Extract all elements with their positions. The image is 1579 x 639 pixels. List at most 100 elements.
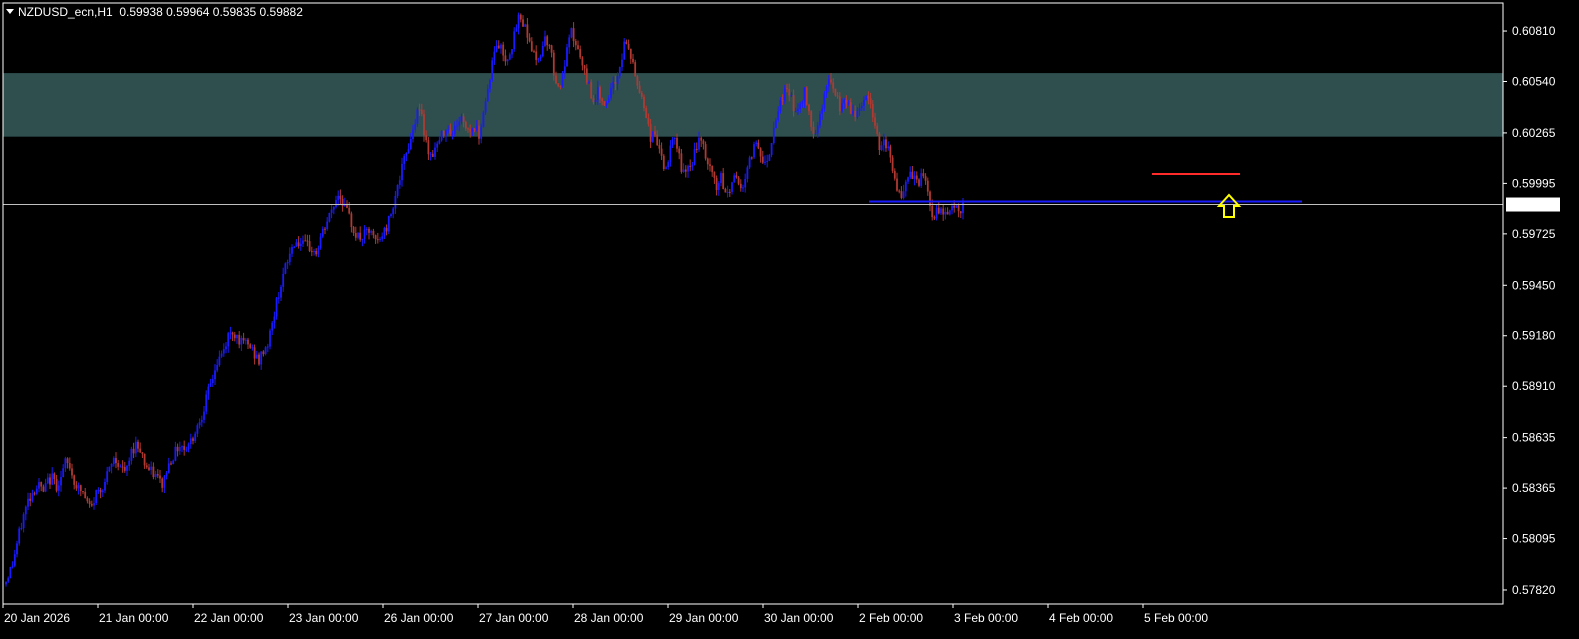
x-tick-label: 29 Jan 00:00 [669, 611, 739, 625]
candle-body [640, 92, 643, 97]
candle-body [403, 155, 406, 164]
candle-body [856, 110, 859, 118]
candle-body [770, 142, 773, 155]
candle-body [601, 98, 604, 102]
candle-body [678, 148, 681, 154]
candle-body [150, 466, 153, 470]
candle-body [253, 347, 256, 359]
candle-body [462, 116, 465, 123]
candle-body [728, 191, 731, 193]
candle-body [682, 169, 685, 172]
candle-body [775, 120, 777, 129]
candle-body [673, 137, 676, 140]
candle-body [321, 228, 324, 237]
candle-body [106, 471, 109, 482]
x-tick-label: 3 Feb 00:00 [954, 611, 1018, 625]
y-tick-label: 0.58095 [1512, 532, 1556, 546]
x-tick-label: 22 Jan 00:00 [194, 611, 264, 625]
candle-body [264, 347, 267, 355]
candle-body [418, 109, 421, 111]
candle-body [500, 44, 502, 49]
candle-body [469, 128, 472, 132]
candle-body [942, 208, 945, 215]
candle-body [262, 351, 265, 355]
candle-body [145, 465, 148, 468]
candle-body [64, 458, 67, 469]
candle-body [319, 236, 322, 248]
candle-body [539, 56, 542, 59]
candle-body [731, 182, 733, 192]
chart-area[interactable]: 0.60810 0.60540 0.60265 0.59995 0.59725 0.594… [0, 0, 1579, 634]
candle-body [425, 135, 428, 141]
candle-body [126, 465, 128, 471]
candle-body [189, 438, 192, 445]
x-tick-label: 5 Feb 00:00 [1144, 611, 1208, 625]
candle-body [101, 490, 104, 493]
candle-body [753, 144, 755, 158]
candle-body [29, 498, 32, 501]
candle-body [907, 177, 909, 182]
candle-body [233, 334, 236, 339]
candle-body [112, 458, 115, 464]
candle-body [766, 160, 769, 162]
candle-body [572, 28, 575, 42]
candle-body [40, 482, 43, 487]
candle-body [22, 514, 25, 529]
candle-body [247, 339, 249, 345]
candle-body [88, 501, 91, 504]
x-tick-label: 27 Jan 00:00 [479, 611, 549, 625]
candle-body [926, 180, 929, 192]
candle-body [379, 238, 381, 241]
candle-body [181, 446, 183, 448]
candle-body [854, 110, 857, 118]
candle-body [174, 446, 177, 461]
candle-body [53, 473, 56, 479]
candle-body [110, 463, 113, 467]
candle-body [946, 211, 949, 215]
candle-body [715, 177, 718, 191]
candle-body [896, 178, 898, 191]
candle-body [357, 232, 359, 238]
candle-body [350, 213, 353, 228]
candle-body [794, 111, 797, 113]
candle-body [706, 158, 709, 165]
candle-body [511, 49, 513, 55]
candle-body [863, 99, 865, 107]
candle-body [746, 167, 749, 179]
candle-body [953, 205, 956, 208]
candle-body [148, 467, 150, 470]
candle-body [922, 173, 925, 177]
candle-body [755, 142, 758, 145]
candle-body [361, 238, 364, 240]
candle-body [203, 411, 205, 420]
candle-body [750, 157, 753, 159]
candle-body [885, 139, 887, 149]
candle-body [566, 47, 568, 67]
candle-body [269, 330, 271, 347]
candle-body [27, 498, 29, 507]
candle-body [508, 54, 511, 60]
candle-body [478, 125, 480, 139]
candle-body [502, 44, 505, 56]
candle-body [95, 490, 98, 504]
y-tick-label: 0.60540 [1512, 75, 1556, 89]
candle-body [383, 227, 386, 237]
x-tick-label: 4 Feb 00:00 [1049, 611, 1113, 625]
candle-body [676, 137, 678, 149]
candle-body [904, 181, 907, 192]
candle-body [286, 261, 289, 264]
candle-body [11, 565, 14, 567]
candle-body [515, 28, 518, 32]
candle-body [748, 157, 751, 168]
candle-body [449, 129, 452, 135]
candle-body [438, 140, 441, 144]
candle-body [62, 468, 65, 477]
candle-body [621, 59, 623, 68]
candle-body [506, 59, 509, 62]
candle-body [937, 207, 940, 214]
candle-body [603, 101, 606, 106]
candle-body [49, 477, 51, 485]
candle-body [735, 175, 738, 178]
menu-triangle-icon[interactable] [6, 9, 14, 14]
candle-body [240, 337, 243, 345]
